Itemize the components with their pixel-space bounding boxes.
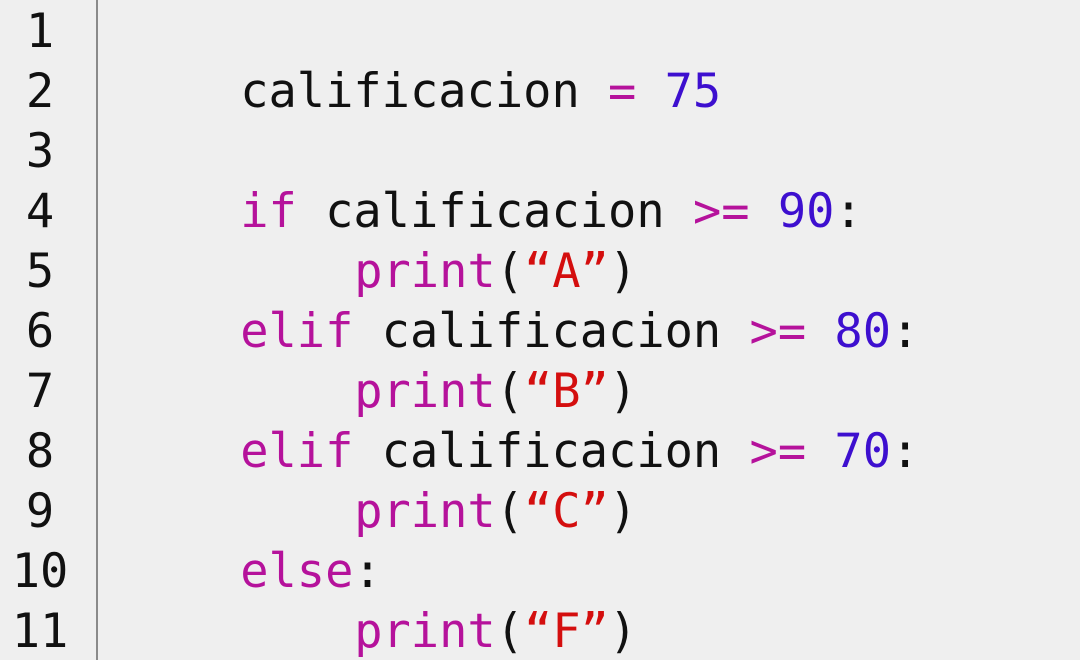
- code-line-8[interactable]: print(“C”): [127, 422, 637, 539]
- line-number: 2: [25, 64, 55, 119]
- close-paren: ): [608, 604, 638, 659]
- code-line-4[interactable]: print(“A”): [127, 182, 637, 299]
- string-literal: “F”: [523, 604, 609, 659]
- line-number: 1: [25, 4, 55, 59]
- line-number: 5: [25, 244, 55, 299]
- open-paren: (: [495, 484, 524, 539]
- line-number: 6: [25, 304, 55, 359]
- line-number: 9: [25, 484, 55, 539]
- line-number: 10: [11, 544, 69, 599]
- colon: :: [891, 424, 920, 479]
- line-number: 3: [25, 124, 55, 179]
- assign-operator: =: [608, 64, 637, 119]
- code-line-1[interactable]: calificacion = 75: [127, 2, 721, 119]
- string-literal: “C”: [523, 484, 609, 539]
- print-function: print: [354, 604, 496, 659]
- code-editor[interactable]: 1 2 3 4 5 6 7 8 9 10 11 calificacion = 7…: [0, 0, 1080, 660]
- code-line-3[interactable]: if calificacion >= 90:: [127, 122, 863, 239]
- close-paren: ): [608, 484, 638, 539]
- colon: :: [834, 184, 863, 239]
- comparison-operator: >=: [749, 304, 807, 359]
- colon: :: [891, 304, 920, 359]
- number-literal: 70: [834, 424, 892, 479]
- line-number: 8: [25, 424, 55, 479]
- line-number: 11: [11, 604, 69, 659]
- code-line-9[interactable]: else:: [127, 482, 381, 599]
- number-literal: 90: [777, 184, 835, 239]
- line-number: 7: [25, 364, 55, 419]
- code-line-6[interactable]: print(“B”): [127, 302, 637, 419]
- variable-name: calificacion: [240, 64, 580, 119]
- open-paren: (: [495, 604, 524, 659]
- code-line-5[interactable]: elif calificacion >= 80:: [127, 242, 919, 359]
- comparison-operator: >=: [692, 184, 750, 239]
- code-line-7[interactable]: elif calificacion >= 70:: [127, 362, 919, 479]
- number-literal: 75: [664, 64, 722, 119]
- number-literal: 80: [834, 304, 892, 359]
- line-number: 4: [25, 184, 55, 239]
- code-line-10[interactable]: print(“F”): [127, 542, 637, 659]
- comparison-operator: >=: [749, 424, 807, 479]
